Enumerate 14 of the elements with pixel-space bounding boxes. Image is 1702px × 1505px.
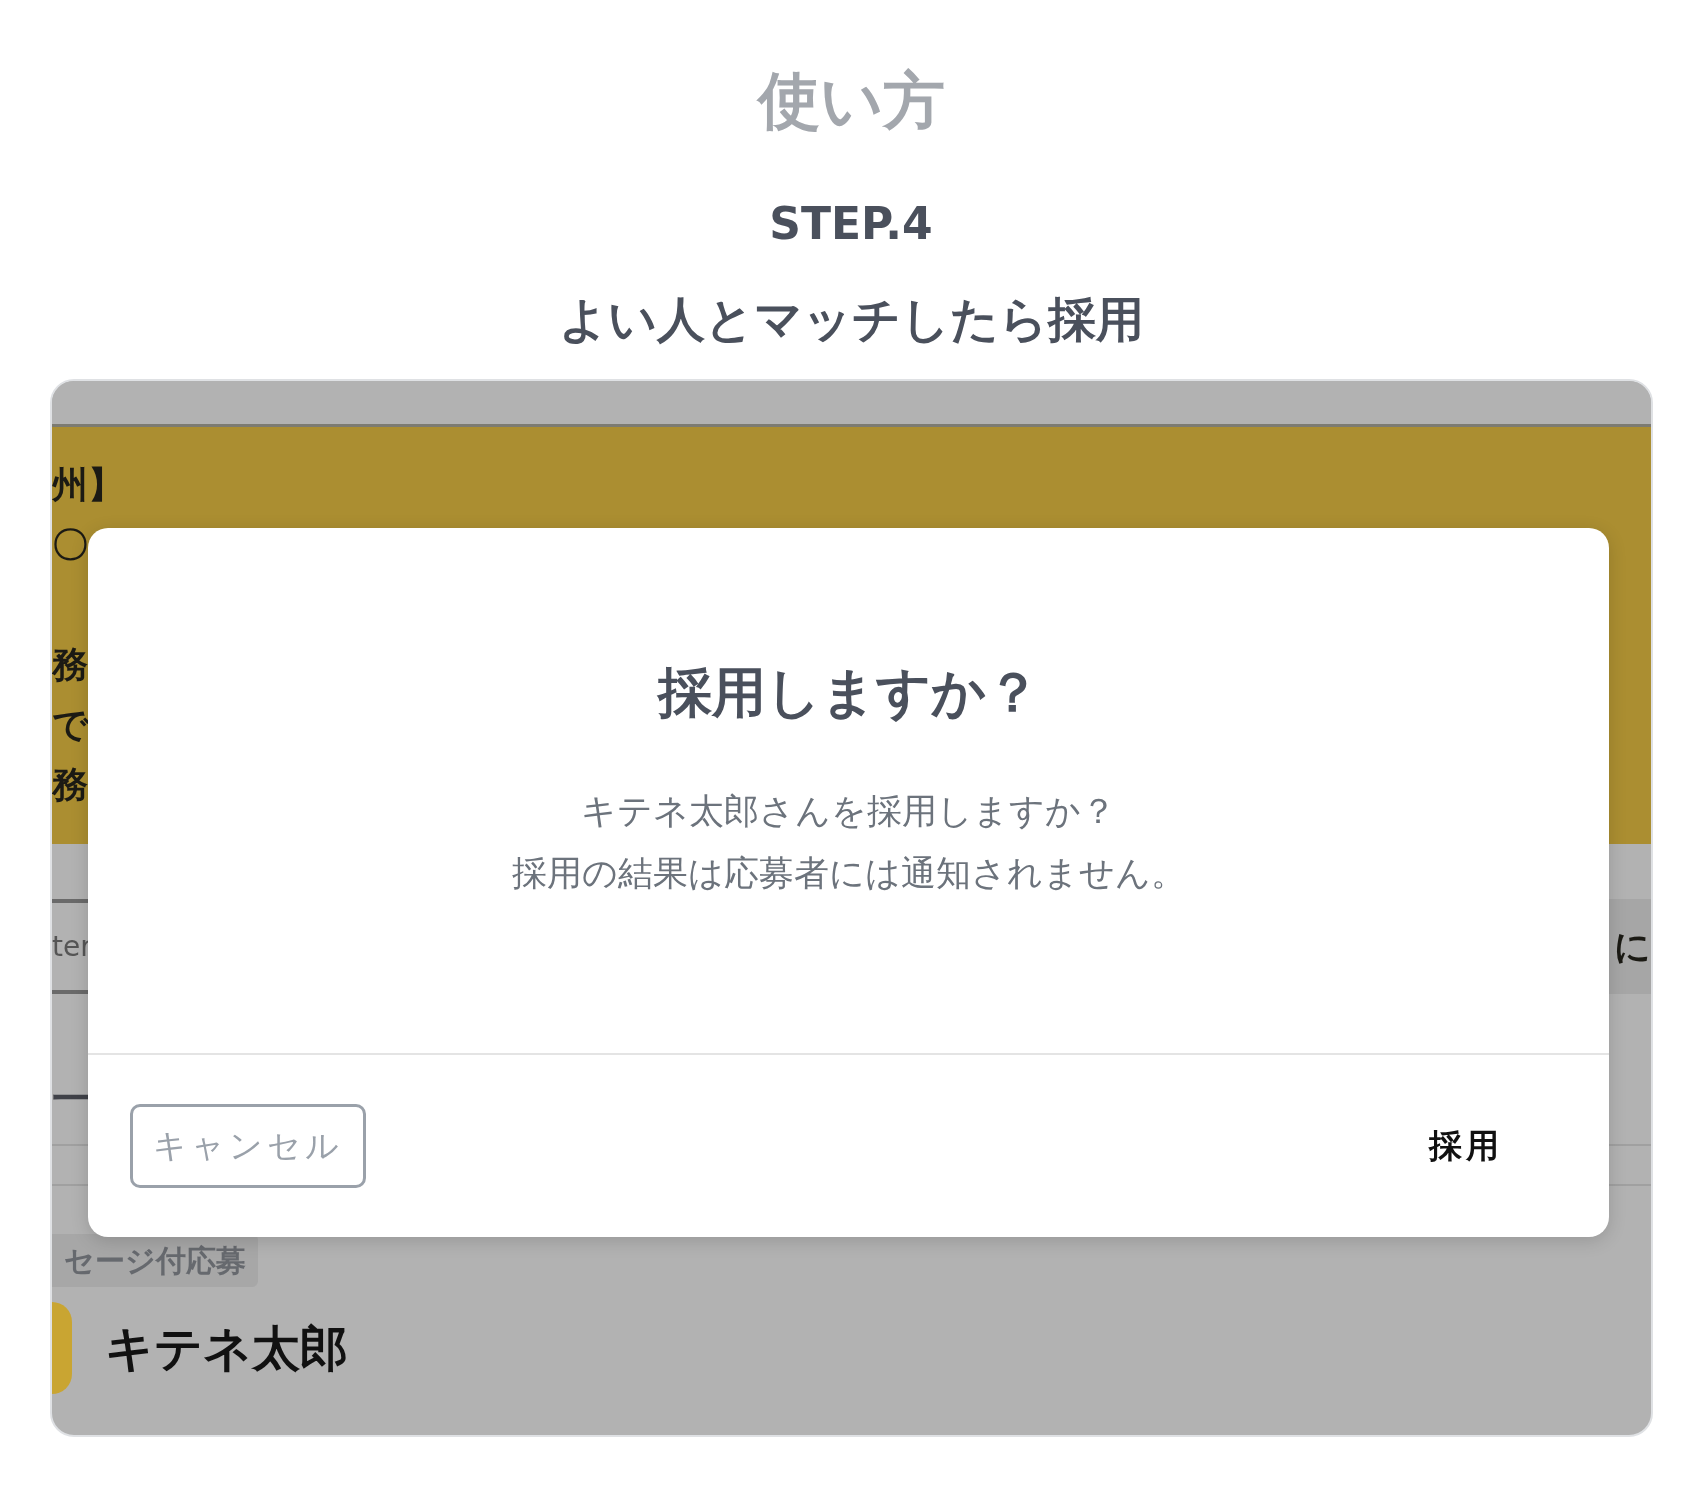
page-title: 使い方	[757, 70, 945, 132]
banner-text: 州】	[52, 463, 124, 507]
banner-text: 務	[52, 643, 88, 687]
dialog-message: キテネ太郎さんを採用しますか？	[581, 791, 1116, 831]
banner-text: 〇	[52, 523, 88, 567]
message-tag: セージ付応募	[52, 1234, 258, 1287]
dialog-title: 採用しますか？	[656, 666, 1041, 720]
dialog-message: 採用の結果は応募者には通知されません。	[511, 853, 1186, 893]
step-label: STEP.4	[769, 202, 933, 246]
banner-text: 務	[52, 763, 88, 807]
banner-text: で	[52, 703, 89, 747]
applicant-name: キテネ太郎	[105, 1319, 348, 1378]
step-heading: よい人とマッチしたら採用	[558, 295, 1144, 343]
confirm-button[interactable]: 採用	[1423, 1120, 1509, 1172]
